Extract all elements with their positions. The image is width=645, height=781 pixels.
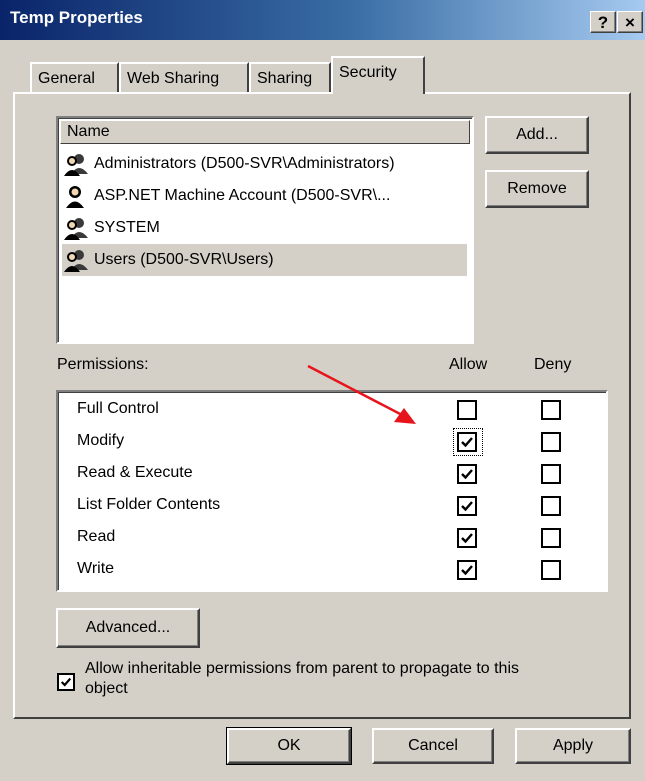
list-item-users[interactable]: Users (D500-SVR\Users) [62, 244, 467, 276]
allow-list-folder-checkbox[interactable] [457, 496, 477, 516]
allow-column-header: Allow [449, 356, 488, 373]
allow-full-control-checkbox[interactable] [457, 400, 477, 420]
allow-read-execute-checkbox[interactable] [457, 464, 477, 484]
column-header-name[interactable]: Name [60, 120, 470, 144]
add-button[interactable]: Add... [485, 116, 589, 154]
tab-label: Security [339, 64, 397, 81]
inherit-permissions-label-line2: object [85, 680, 128, 697]
title-bar[interactable]: Temp Properties ? × [0, 0, 645, 40]
deny-column-header: Deny [534, 356, 572, 373]
list-item-aspnet[interactable]: ASP.NET Machine Account (D500-SVR\... [62, 180, 467, 212]
tab-label: Web Sharing [127, 70, 220, 87]
deny-modify-checkbox[interactable] [541, 432, 561, 452]
annotation-arrow-icon [307, 364, 416, 424]
properties-dialog: Temp Properties ? × General Web Sharing … [0, 0, 645, 781]
tab-label: Sharing [257, 70, 313, 87]
checkmark-icon [461, 533, 473, 544]
deny-read-checkbox[interactable] [541, 528, 561, 548]
user-group-list[interactable]: Name Administrators (D500-SVR\Administra… [56, 116, 474, 344]
allow-read-checkbox[interactable] [457, 528, 477, 548]
list-item-label: ASP.NET Machine Account (D500-SVR\... [94, 187, 391, 204]
tab-label: General [38, 70, 95, 87]
group-users-icon [64, 250, 88, 272]
allow-write-checkbox[interactable] [457, 560, 477, 580]
user-icon [66, 186, 84, 208]
permission-list-folder-label: List Folder Contents [77, 496, 221, 513]
permission-read-execute-label: Read & Execute [77, 464, 193, 481]
tab-web-sharing[interactable]: Web Sharing [119, 62, 249, 92]
checkmark-icon [461, 501, 473, 512]
permissions-label: Permissions: [57, 356, 149, 373]
deny-list-folder-checkbox[interactable] [541, 496, 561, 516]
permission-read-label: Read [77, 528, 116, 545]
tab-sharing[interactable]: Sharing [249, 62, 331, 92]
deny-full-control-checkbox[interactable] [541, 400, 561, 420]
checkmark-icon [60, 677, 72, 687]
permission-full-control-label: Full Control [77, 400, 159, 417]
inherit-permissions-label: Allow inheritable permissions from paren… [85, 660, 519, 677]
group-users-icon [64, 218, 88, 240]
tab-general[interactable]: General [30, 62, 119, 92]
remove-button[interactable]: Remove [485, 170, 589, 208]
list-item-label: Users (D500-SVR\Users) [94, 251, 274, 268]
permission-modify-label: Modify [77, 432, 125, 449]
deny-read-execute-checkbox[interactable] [541, 464, 561, 484]
tab-security[interactable]: Security [331, 56, 425, 94]
apply-button[interactable]: Apply [515, 728, 631, 764]
list-item-administrators[interactable]: Administrators (D500-SVR\Administrators) [62, 148, 467, 180]
close-button[interactable]: × [617, 11, 643, 33]
list-item-system[interactable]: SYSTEM [62, 212, 467, 244]
window-title: Temp Properties [10, 8, 143, 27]
checkmark-icon [461, 565, 473, 576]
inherit-permissions-checkbox[interactable] [57, 673, 75, 691]
allow-modify-checkbox[interactable] [457, 432, 477, 452]
list-item-label: Administrators (D500-SVR\Administrators) [94, 155, 395, 172]
checkmark-icon [461, 437, 473, 448]
list-item-label: SYSTEM [94, 219, 160, 236]
cancel-button[interactable]: Cancel [372, 728, 494, 764]
deny-write-checkbox[interactable] [541, 560, 561, 580]
advanced-button[interactable]: Advanced... [56, 608, 200, 648]
checkmark-icon [461, 469, 473, 480]
group-users-icon [64, 154, 88, 176]
help-button[interactable]: ? [590, 11, 616, 33]
ok-button[interactable]: OK [226, 727, 352, 765]
permission-write-label: Write [77, 560, 115, 577]
column-header-label: Name [67, 123, 110, 140]
